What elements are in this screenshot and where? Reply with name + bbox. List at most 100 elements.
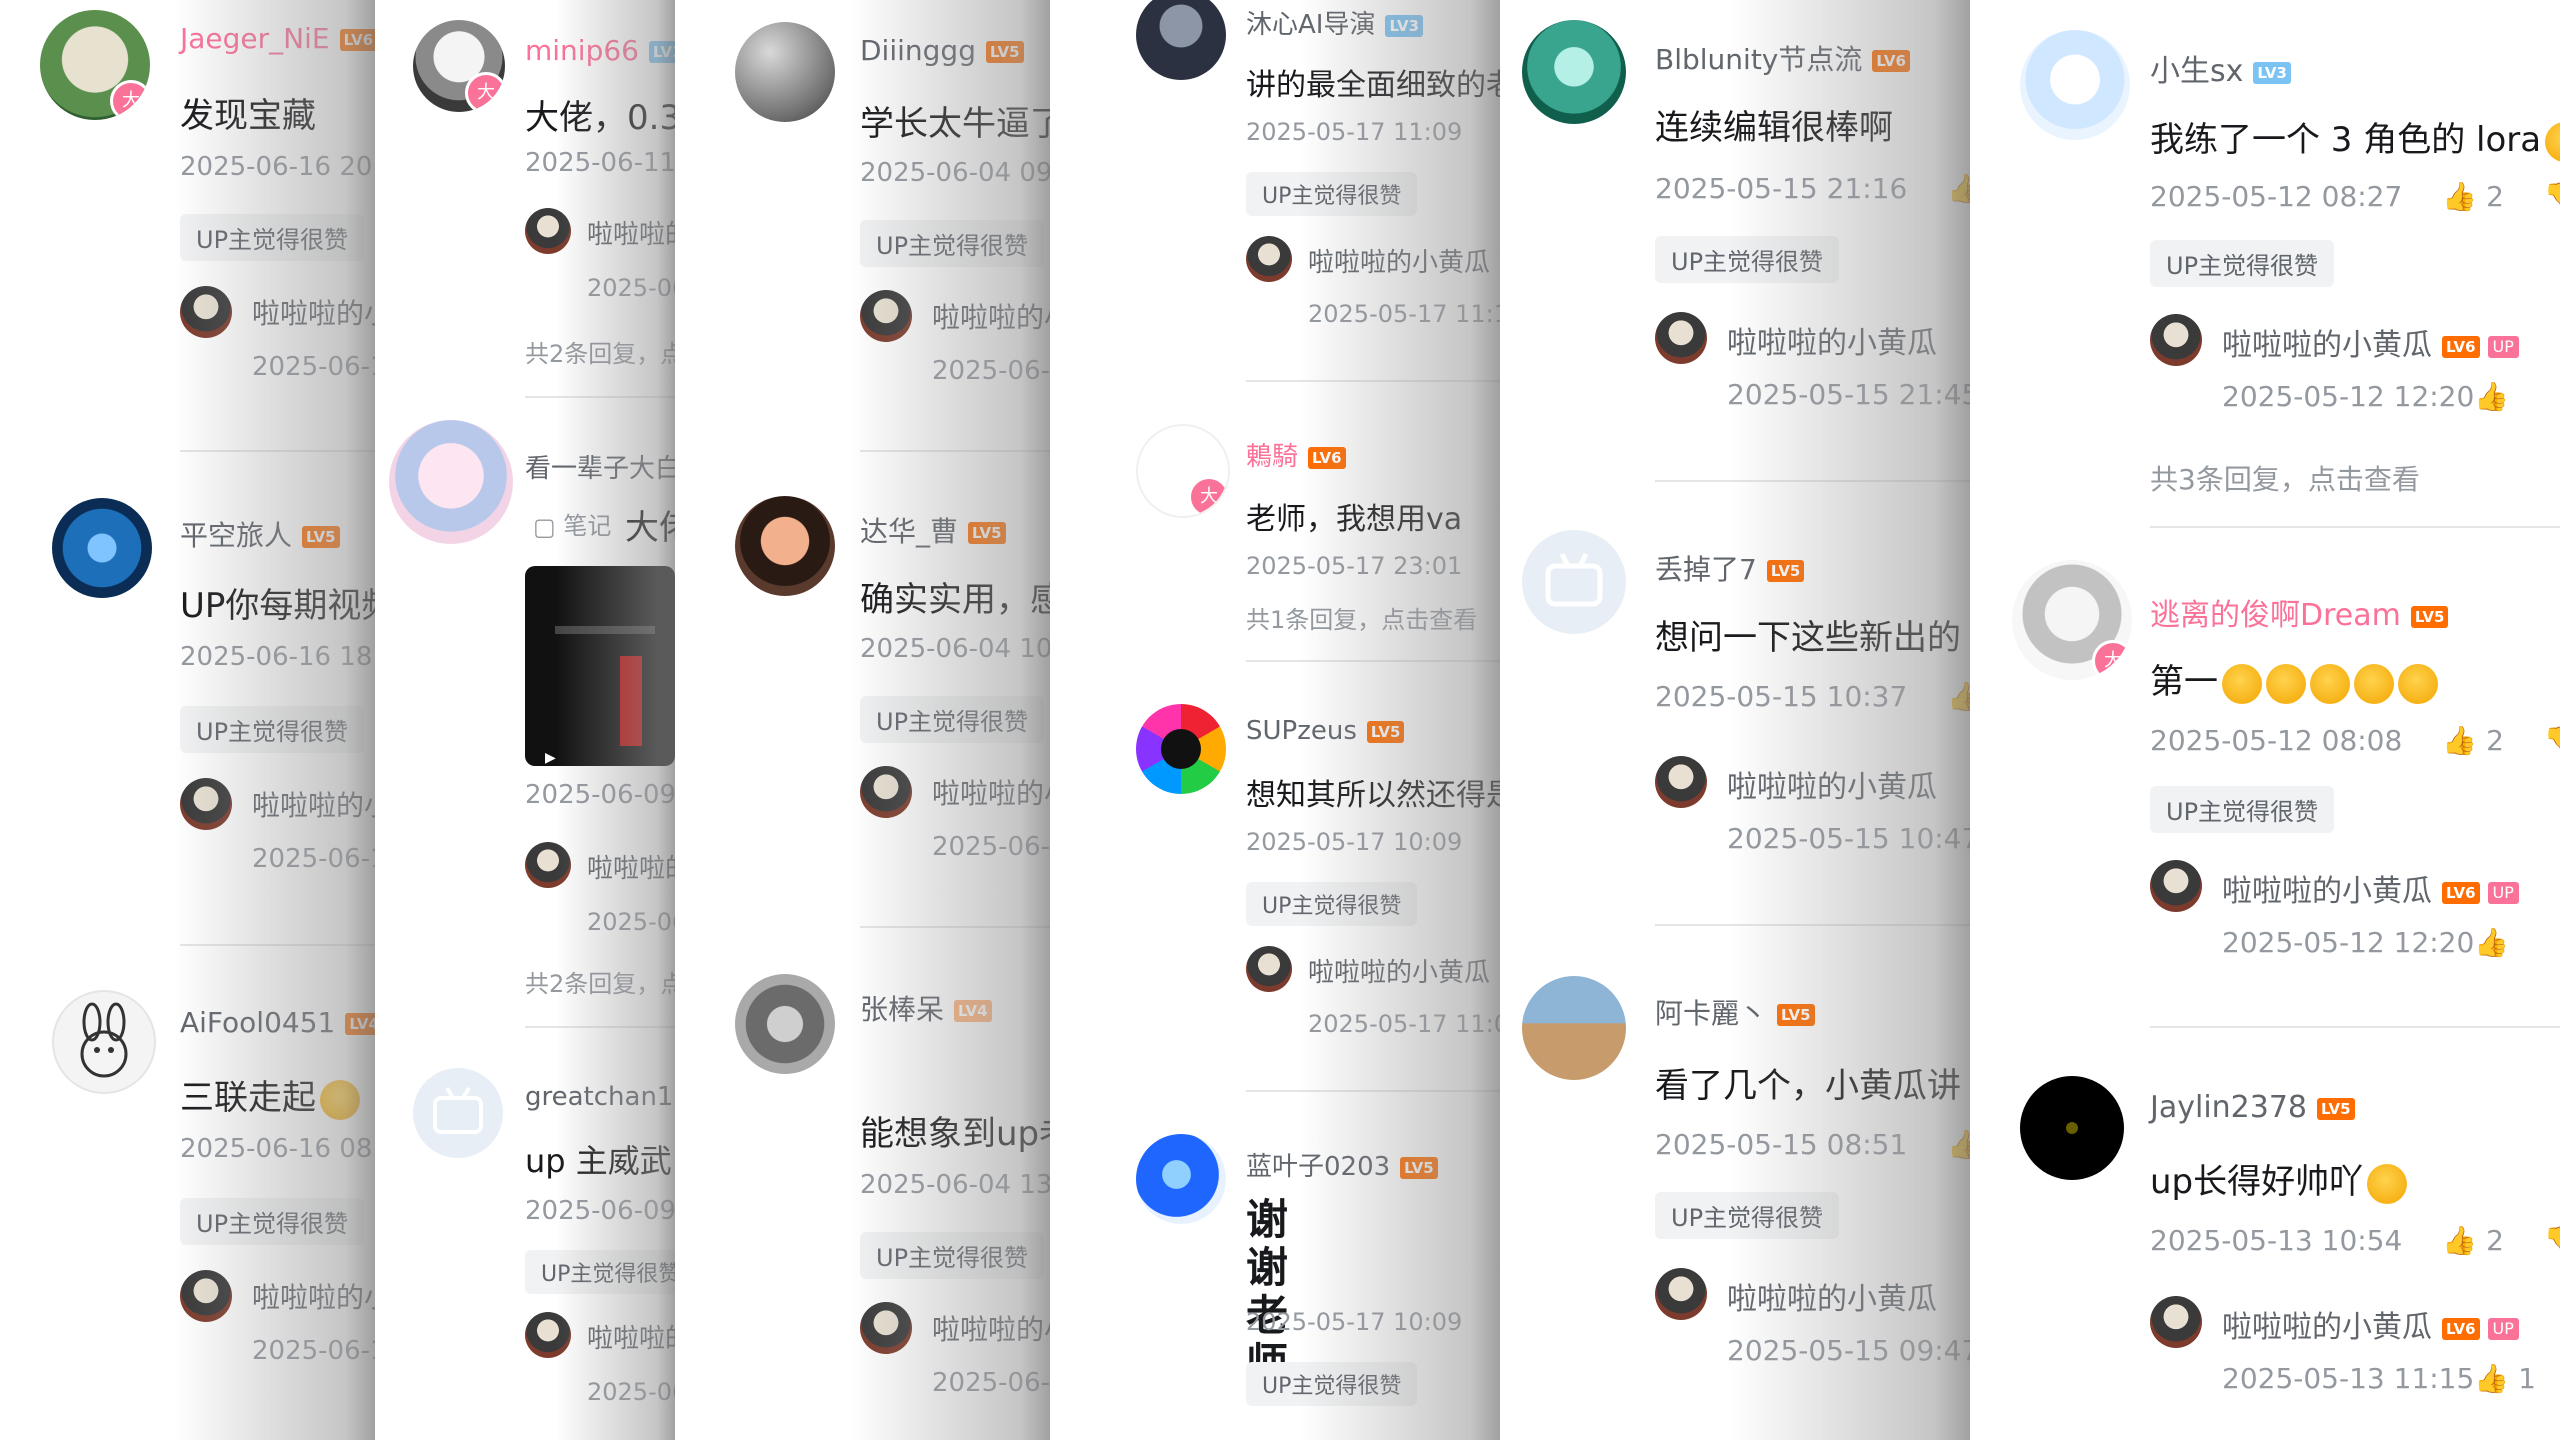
- user-avatar[interactable]: [52, 990, 156, 1094]
- user-avatar[interactable]: [1136, 1134, 1226, 1224]
- user-avatar[interactable]: [2020, 30, 2130, 140]
- user-avatar[interactable]: [1136, 704, 1226, 794]
- like-icon[interactable]: 👍: [2474, 380, 2509, 413]
- level-badge: LV3: [2253, 61, 2291, 84]
- emoji-icon: [2545, 121, 2560, 162]
- dislike-button[interactable]: 👎: [2544, 180, 2560, 213]
- reply-avatar[interactable]: [180, 1270, 232, 1322]
- reply-username[interactable]: 啦啦啦的小: [252, 1276, 375, 1316]
- dislike-button[interactable]: 👎: [2544, 724, 2560, 757]
- up-badge: UP: [2487, 881, 2519, 904]
- up-badge: UP: [2487, 335, 2519, 358]
- like-icon[interactable]: 👍: [2474, 926, 2509, 959]
- reply-username[interactable]: 啦啦啦的小黄瓜: [1727, 762, 1937, 806]
- view-replies-link[interactable]: 共2条回复，点: [525, 334, 675, 369]
- username[interactable]: 阿卡麗丶 LV5: [1655, 992, 1815, 1032]
- comment-image[interactable]: ▶: [525, 566, 675, 766]
- reply-avatar[interactable]: [1246, 946, 1292, 992]
- view-replies-link[interactable]: 共2条回复，点: [525, 964, 675, 999]
- up-badge: UP: [2487, 1317, 2519, 1340]
- username[interactable]: 张棒呆 LV4: [860, 988, 992, 1028]
- user-avatar[interactable]: [389, 420, 513, 544]
- user-avatar[interactable]: [52, 498, 152, 598]
- username[interactable]: SUPzeus LV5: [1246, 716, 1405, 746]
- username[interactable]: 看一辈子大白: [525, 448, 675, 485]
- reply-avatar[interactable]: [1246, 236, 1292, 282]
- user-avatar[interactable]: [735, 974, 835, 1074]
- reply-avatar[interactable]: [1655, 756, 1707, 808]
- username[interactable]: 鶇騎 LV6: [1246, 436, 1346, 473]
- reply-username[interactable]: 啦啦啦的小黄瓜: [1727, 318, 1937, 362]
- like-button[interactable]: 👍 2: [2442, 180, 2504, 213]
- reply-username[interactable]: 啦啦啦的小黄瓜: [1727, 1274, 1937, 1318]
- reply-username[interactable]: 啦啦啦的: [587, 1318, 675, 1355]
- reply-avatar[interactable]: [1655, 312, 1707, 364]
- username[interactable]: AiFool0451 LV4: [180, 1006, 375, 1039]
- reply-avatar[interactable]: [525, 842, 571, 888]
- level-badge: LV5: [2410, 605, 2449, 628]
- reply-username[interactable]: 啦啦啦的小黄瓜 LV6 UP: [2222, 1302, 2519, 1346]
- dislike-button[interactable]: 👎: [2544, 1224, 2560, 1257]
- username[interactable]: Jaylin2378 LV5: [2150, 1090, 2355, 1125]
- username[interactable]: minip66LV3: [525, 34, 675, 67]
- user-avatar[interactable]: [1522, 530, 1626, 634]
- like-button[interactable]: 👍 2: [2442, 724, 2504, 757]
- reply-username[interactable]: 啦啦啦的小: [252, 784, 375, 824]
- username[interactable]: 小生sx LV3: [2150, 46, 2291, 90]
- user-avatar[interactable]: [1522, 976, 1626, 1080]
- username[interactable]: Blblunity节点流 LV6: [1655, 38, 1910, 78]
- comment-text: UP你每期视频: [180, 586, 375, 626]
- reply-avatar[interactable]: [860, 1302, 912, 1354]
- reply-avatar[interactable]: [525, 1312, 571, 1358]
- username[interactable]: 达华_曹 LV5: [860, 510, 1006, 550]
- reply-avatar[interactable]: [2150, 860, 2202, 912]
- reply-username[interactable]: 啦啦啦的: [587, 848, 675, 885]
- user-avatar[interactable]: [1522, 20, 1626, 124]
- reply-time: 2025-05-12 12:20👍: [2222, 380, 2510, 413]
- username[interactable]: 平空旅人 LV5: [180, 514, 340, 554]
- like-button[interactable]: 👍 1: [2474, 1362, 2536, 1395]
- like-icon[interactable]: 👍: [1947, 680, 1970, 713]
- username[interactable]: 沐心AI导演 LV3: [1246, 4, 1424, 41]
- reply-avatar[interactable]: [180, 286, 232, 338]
- like-icon[interactable]: 👍: [1947, 172, 1970, 205]
- username[interactable]: 丢掉了7 LV5: [1655, 548, 1805, 588]
- reply-username[interactable]: 啦啦啦的小黄瓜: [1308, 952, 1490, 989]
- user-avatar[interactable]: [1136, 0, 1226, 80]
- level-badge: LV5: [985, 41, 1024, 63]
- reply-username[interactable]: 啦啦啦的小: [252, 292, 375, 332]
- user-avatar[interactable]: [413, 1068, 503, 1158]
- username[interactable]: Jaeger_NiE LV6: [180, 22, 375, 55]
- reply-avatar[interactable]: [860, 766, 912, 818]
- comment-text: 大佬: [625, 508, 675, 548]
- like-icon[interactable]: 👍: [1947, 1128, 1970, 1161]
- reply-avatar[interactable]: [1655, 1268, 1707, 1320]
- reply-avatar[interactable]: [525, 208, 571, 254]
- reply-username[interactable]: 啦啦啦的小黄瓜: [1308, 242, 1490, 279]
- reply-avatar[interactable]: [180, 778, 232, 830]
- user-avatar[interactable]: [735, 22, 835, 122]
- comment-time: 2025-06-04 10:1: [860, 634, 1050, 664]
- user-avatar[interactable]: 大: [40, 10, 150, 120]
- reply-username[interactable]: 啦啦啦的小: [932, 772, 1050, 812]
- reply-username[interactable]: 啦啦啦的小: [932, 296, 1050, 336]
- reply-username[interactable]: 啦啦啦的小黄瓜 LV6 UP: [2222, 320, 2519, 364]
- username[interactable]: greatchan123: [525, 1082, 675, 1112]
- username[interactable]: 蓝叶子0203 LV5: [1246, 1146, 1438, 1183]
- view-replies-link[interactable]: 共3条回复，点击查看: [2150, 458, 2420, 498]
- reply-avatar[interactable]: [2150, 1296, 2202, 1348]
- username[interactable]: 逃离的俊啊Dream LV5: [2150, 590, 2449, 634]
- reply-username[interactable]: 啦啦啦的小: [932, 1308, 1050, 1348]
- user-avatar[interactable]: [2020, 1076, 2124, 1180]
- user-avatar[interactable]: [735, 496, 835, 596]
- reply-avatar[interactable]: [2150, 314, 2202, 366]
- reply-avatar[interactable]: [860, 290, 912, 342]
- reply-username[interactable]: 啦啦啦的小黄瓜 LV6 UP: [2222, 866, 2519, 910]
- reply-username[interactable]: 啦啦啦的: [587, 214, 675, 251]
- username[interactable]: Diiinggg LV5: [860, 34, 1024, 67]
- user-avatar[interactable]: 大: [413, 20, 505, 112]
- like-button[interactable]: 👍 2: [2442, 1224, 2504, 1257]
- user-avatar[interactable]: 大: [1136, 424, 1230, 518]
- view-replies-link[interactable]: 共1条回复，点击查看: [1246, 600, 1477, 635]
- user-avatar[interactable]: 大: [2012, 560, 2132, 680]
